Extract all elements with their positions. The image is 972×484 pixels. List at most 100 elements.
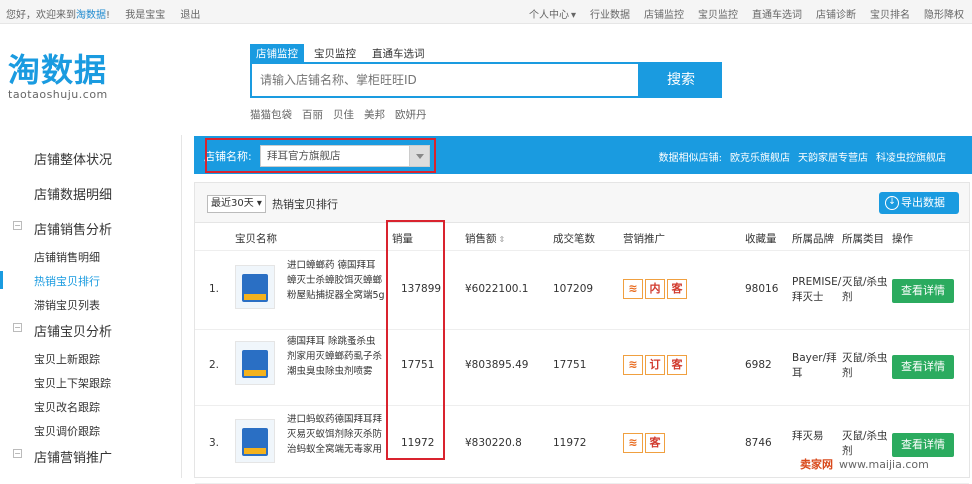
sidebar-group[interactable]: − 店铺营销推广 (0, 447, 182, 466)
similar-shop-link[interactable]: 科凌虫控旗舰店 (876, 153, 946, 164)
topnav-item[interactable]: 店铺诊断 (816, 10, 856, 21)
sort-icon[interactable]: ⇕ (499, 235, 506, 244)
search-tab[interactable]: 直通车选词 (366, 44, 431, 63)
sidebar: 店铺整体状况 店铺数据明细 − 店铺销售分析 店铺销售明细 热销宝贝排行 滞销宝贝列表 − 店铺… (0, 135, 182, 478)
sidebar-group-label: 店铺宝贝分析 (34, 325, 113, 340)
hotword-link[interactable]: 美邦 (364, 109, 385, 121)
revenue-value: ¥6022100.1 (465, 283, 529, 295)
search-tabs: 店铺监控 宝贝监控 直通车选词 (250, 44, 435, 63)
product-label-shape (244, 370, 266, 376)
product-title-link[interactable]: 德国拜耳 除跳蚤杀虫剂家用灭蟑螂药虱子杀潮虫臭虫除虫剂喷雾 (287, 334, 385, 379)
sidebar-subitem[interactable]: 宝贝改名跟踪 (0, 399, 182, 415)
product-thumbnail[interactable] (235, 341, 275, 385)
column-header[interactable]: 销售额 ⇕ (465, 231, 505, 246)
row-rank: 2. (209, 359, 220, 371)
row-divider (195, 250, 969, 251)
collapse-icon[interactable]: − (13, 449, 22, 458)
watermark: 卖家网 www.maijia.com (800, 458, 929, 471)
sidebar-group[interactable]: − 店铺宝贝分析 (0, 321, 182, 340)
hot-keywords: 猫猫包袋 百丽 贝佳 美邦 欧妍丹 (250, 107, 437, 122)
sidebar-group-label: 店铺销售分析 (34, 223, 113, 238)
search-tab[interactable]: 店铺监控 (250, 44, 304, 63)
collapse-icon[interactable]: − (13, 221, 22, 230)
favorites-value: 8746 (745, 437, 772, 449)
search-input[interactable] (252, 64, 638, 96)
sidebar-group[interactable]: − 店铺销售分析 (0, 219, 182, 238)
topnav-item[interactable]: 个人中心 (529, 10, 569, 21)
row-rank: 1. (209, 283, 220, 295)
promo-badges: ≋ 内客 (623, 279, 687, 299)
greeting-text: 您好，欢迎来到淘数据! (6, 10, 111, 21)
search-tab[interactable]: 宝贝监控 (308, 44, 362, 63)
search-button[interactable]: 搜索 (640, 62, 722, 98)
column-header: 宝贝名称 (235, 233, 277, 245)
brand-value: 拜灭易 (792, 430, 824, 442)
site-logo[interactable]: 淘数据 taotaoshuju.com (8, 52, 128, 101)
highlight-box-sales (386, 220, 445, 460)
orders-value: 17751 (553, 359, 587, 371)
top-bar: 您好，欢迎来到淘数据! 我是宝宝 退出 个人中心 ▾ 行业数据 店铺监控 宝贝监控 直通车… (0, 0, 972, 24)
favorites-value: 98016 (745, 283, 779, 295)
topnav-item[interactable]: 宝贝排名 (870, 10, 910, 21)
promo-badge[interactable]: 客 (645, 433, 665, 453)
promo-badge[interactable]: 客 (667, 279, 687, 299)
chevron-down-icon[interactable]: ▾ (571, 10, 576, 21)
view-detail-button[interactable]: 查看详情 (892, 279, 954, 303)
topnav-item[interactable]: 宝贝监控 (698, 10, 738, 21)
hotword-link[interactable]: 百丽 (302, 109, 323, 121)
sidebar-subitem[interactable]: 店铺销售明细 (0, 249, 182, 265)
hotword-link[interactable]: 贝佳 (333, 109, 354, 121)
sidebar-item[interactable]: 店铺数据明细 (0, 184, 182, 203)
product-thumbnail[interactable] (235, 265, 275, 309)
product-thumbnail[interactable] (235, 419, 275, 463)
promo-badge[interactable]: 客 (667, 355, 687, 375)
hotword-link[interactable]: 猫猫包袋 (250, 109, 292, 121)
product-label-shape (244, 294, 266, 300)
brand-value: Bayer/拜耳 (792, 352, 837, 379)
hotword-link[interactable]: 欧妍丹 (395, 109, 427, 121)
brand-value: PREMISE/拜灭士 (792, 276, 842, 303)
topnav-item[interactable]: 店铺监控 (644, 10, 684, 21)
logout-link[interactable]: 退出 (180, 10, 200, 21)
category-value: 灭鼠/杀虫剂 (842, 276, 888, 303)
topnav-item[interactable]: 直通车选词 (752, 10, 802, 21)
sidebar-subitem[interactable]: 热销宝贝排行 (0, 271, 182, 289)
similar-shop-link[interactable]: 天韵家居专营店 (798, 153, 868, 164)
export-button[interactable]: ↓ 导出数据 (879, 192, 959, 214)
similar-shop-link[interactable]: 欧克乐旗舰店 (730, 153, 790, 164)
column-header: 操作 (892, 233, 913, 245)
promo-logo-icon: ≋ (623, 433, 643, 453)
view-detail-button[interactable]: 查看详情 (892, 355, 954, 379)
column-header: 所属品牌 (792, 233, 834, 245)
logo-domain: taotaoshuju.com (8, 88, 108, 101)
product-title-link[interactable]: 进口蟑螂药 德国拜耳蟑灭士杀蟑胶饵灭蟑螂粉屋贴捕捉器全窝端5g (287, 258, 385, 303)
sidebar-subitem[interactable]: 宝贝上新跟踪 (0, 351, 182, 367)
sidebar-subitem[interactable]: 宝贝上下架跟踪 (0, 375, 182, 391)
column-header[interactable]: 收藏量 (745, 231, 777, 246)
range-select[interactable]: 最近30天 ▾ (207, 195, 266, 213)
column-header: 所属类目 (842, 233, 884, 245)
topnav-item[interactable]: 行业数据 (590, 10, 630, 21)
sidebar-subitem[interactable]: 宝贝调价跟踪 (0, 423, 182, 439)
revenue-value: ¥830220.8 (465, 437, 522, 449)
similar-label: 数据相似店铺: (658, 153, 722, 164)
promo-badge[interactable]: 订 (645, 355, 665, 375)
category-value: 灭鼠/杀虫剂 (842, 430, 888, 457)
sidebar-item[interactable]: 店铺整体状况 (0, 149, 182, 168)
column-header[interactable]: 成交笔数 (553, 231, 595, 246)
topnav-item[interactable]: 隐形降权 (924, 10, 964, 21)
sidebar-subitem[interactable]: 滞销宝贝列表 (0, 297, 182, 313)
promo-badge[interactable]: 内 (645, 279, 665, 299)
revenue-value: ¥803895.49 (465, 359, 529, 371)
orders-value: 107209 (553, 283, 594, 295)
collapse-icon[interactable]: − (13, 323, 22, 332)
favorites-value: 6982 (745, 359, 772, 371)
view-detail-button[interactable]: 查看详情 (892, 433, 954, 457)
row-divider (195, 329, 969, 330)
product-title-link[interactable]: 进口蚂蚁药德国拜耳拜灭易灭蚁饵剂除灭杀防治蚂蚁全窝端无毒家用 (287, 412, 385, 457)
similar-shops: 数据相似店铺: 欧克乐旗舰店 天韵家居专营店 科凌虫控旗舰店 (659, 149, 946, 164)
user-name[interactable]: 我是宝宝 (125, 10, 165, 21)
search-box (250, 62, 640, 98)
promo-badges: ≋ 订客 (623, 355, 687, 375)
site-link[interactable]: 淘数据 (76, 10, 106, 21)
